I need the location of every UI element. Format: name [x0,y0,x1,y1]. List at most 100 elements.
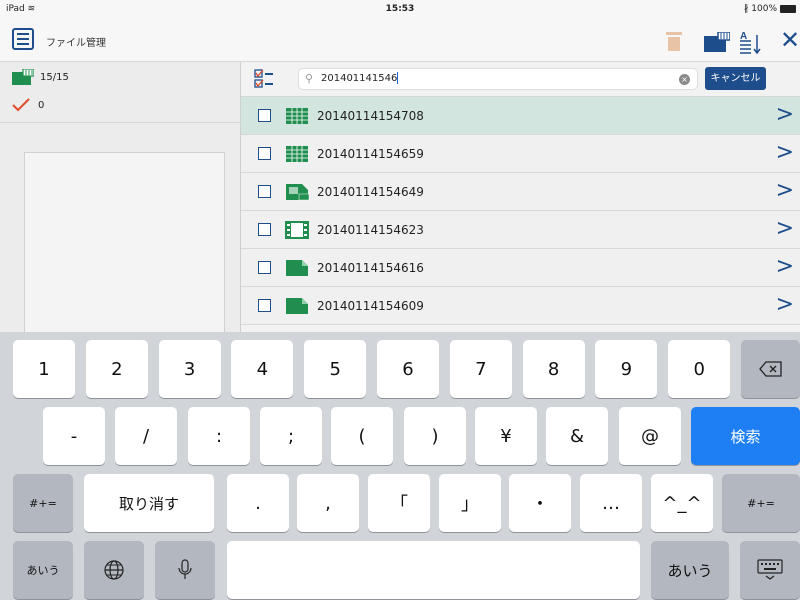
microphone-icon [178,559,192,579]
key-9[interactable]: 9 [595,340,658,398]
nav-bar: ファイル管理 A ✕ [0,20,800,62]
file-name: 20140114154616 [317,261,424,275]
key-8[interactable]: 8 [522,340,585,398]
key-3[interactable]: 3 [158,340,221,398]
file-count-row: 15/15 [12,69,69,85]
sort-icon[interactable]: A [738,29,762,55]
key-punctuation[interactable]: . [227,474,289,532]
key-1[interactable]: 1 [13,340,75,398]
key-punctuation[interactable]: 「 [368,474,430,532]
folder-icon[interactable] [704,32,730,52]
search-input[interactable]: ⚲ 201401141546 × [298,68,698,90]
key-7[interactable]: 7 [449,340,512,398]
key-0[interactable]: 0 [668,340,731,398]
key-punctuation[interactable]: ・ [509,474,571,532]
menu-line [17,43,29,45]
file-name: 20140114154623 [317,223,424,237]
status-right: ∦ 100% [744,4,796,14]
file-row[interactable]: 20140114154616 > [241,249,800,287]
spreadsheet-file-icon [286,146,308,162]
battery-icon [780,5,796,13]
file-row[interactable]: 20140114154708 > [241,97,800,135]
file-row[interactable]: 20140114154623 > [241,211,800,249]
battery-percent: 100% [751,4,777,14]
trash-icon[interactable] [666,32,682,52]
file-list: 20140114154708 >20140114154659 >2014011415… [241,97,800,325]
checked-count: 0 [38,99,45,111]
microphone-key[interactable] [155,541,215,599]
kana-key[interactable]: あいう [13,541,73,599]
file-checkbox[interactable] [258,299,271,312]
file-checkbox[interactable] [258,185,271,198]
key-symbol[interactable]: - [43,407,105,465]
key-symbol[interactable]: ; [260,407,322,465]
file-checkbox[interactable] [258,109,271,122]
key-6[interactable]: 6 [377,340,439,398]
globe-key[interactable] [84,541,144,599]
file-name: 20140114154659 [317,147,424,161]
symbols-key-right[interactable]: #+= [722,474,800,532]
chevron-right-icon[interactable]: > [776,141,794,165]
spreadsheet-file-icon [286,108,308,124]
key-5[interactable]: 5 [304,340,367,398]
checkmark-icon [12,98,30,112]
globe-icon [104,560,124,580]
key-symbol[interactable]: / [115,407,177,465]
backspace-key[interactable] [741,340,800,398]
cancel-button[interactable]: キャンセル [705,67,766,90]
files-icon [12,69,34,85]
keyboard: 1 2 3 4 5 6 7 8 9 0- /:;() ¥ & @ 検索 #+= 取り消す., 「」・… ^_^ #+=… [0,332,800,600]
text-cursor [397,72,399,84]
menu-line [17,38,29,40]
search-icon: ⚲ [305,72,314,85]
jpg-file-icon [286,184,310,201]
kana-key-right[interactable]: あいう [651,541,729,599]
chevron-right-icon[interactable]: > [776,179,794,203]
backspace-icon [758,361,782,377]
document-file-icon [286,298,308,314]
file-row[interactable]: 20140114154609 > [241,287,800,325]
key-2[interactable]: 2 [85,340,148,398]
file-row[interactable]: 20140114154649 > [241,173,800,211]
left-panel: 15/15 0 [0,62,241,342]
chevron-right-icon[interactable]: > [776,103,794,127]
file-checkbox[interactable] [258,261,271,274]
close-icon[interactable]: ✕ [780,28,800,52]
symbols-key[interactable]: #+= [13,474,73,532]
key-symbol[interactable]: ¥ [475,407,537,465]
chevron-right-icon[interactable]: > [776,293,794,317]
clear-search-icon[interactable]: × [679,74,690,85]
key-punctuation[interactable]: ^_^ [651,474,713,532]
file-panel: ⚲ 201401141546 × キャンセル 20140114154708 >20… [241,62,800,342]
bluetooth-icon: ∦ [743,4,749,14]
key-punctuation[interactable]: , [297,474,359,532]
video-file-icon [285,221,309,239]
keyboard-hide-icon [757,559,783,580]
menu-line [17,33,29,35]
file-checkbox[interactable] [258,223,271,236]
checked-count-row: 0 [12,98,44,112]
select-all-icon[interactable] [254,69,274,89]
menu-button[interactable] [12,28,34,50]
file-name: 20140114154609 [317,299,424,313]
space-key[interactable] [227,541,640,599]
key-symbol[interactable]: @ [619,407,681,465]
chevron-right-icon[interactable]: > [776,255,794,279]
chevron-right-icon[interactable]: > [776,217,794,241]
key-punctuation[interactable]: … [580,474,642,532]
hide-keyboard-key[interactable] [740,541,800,599]
key-symbol[interactable]: ( [331,407,393,465]
file-checkbox[interactable] [258,147,271,160]
undo-key[interactable]: 取り消す [84,474,214,532]
file-name: 20140114154708 [317,109,424,123]
key-4[interactable]: 4 [231,340,294,398]
key-symbol[interactable]: & [546,407,608,465]
file-count: 15/15 [40,71,69,83]
status-time: 15:53 [385,4,415,14]
key-punctuation[interactable]: 」 [439,474,501,532]
page-title: ファイル管理 [46,38,106,49]
file-row[interactable]: 20140114154659 > [241,135,800,173]
key-symbol[interactable]: : [188,407,250,465]
key-symbol[interactable]: ) [404,407,466,465]
search-key[interactable]: 検索 [691,407,800,465]
